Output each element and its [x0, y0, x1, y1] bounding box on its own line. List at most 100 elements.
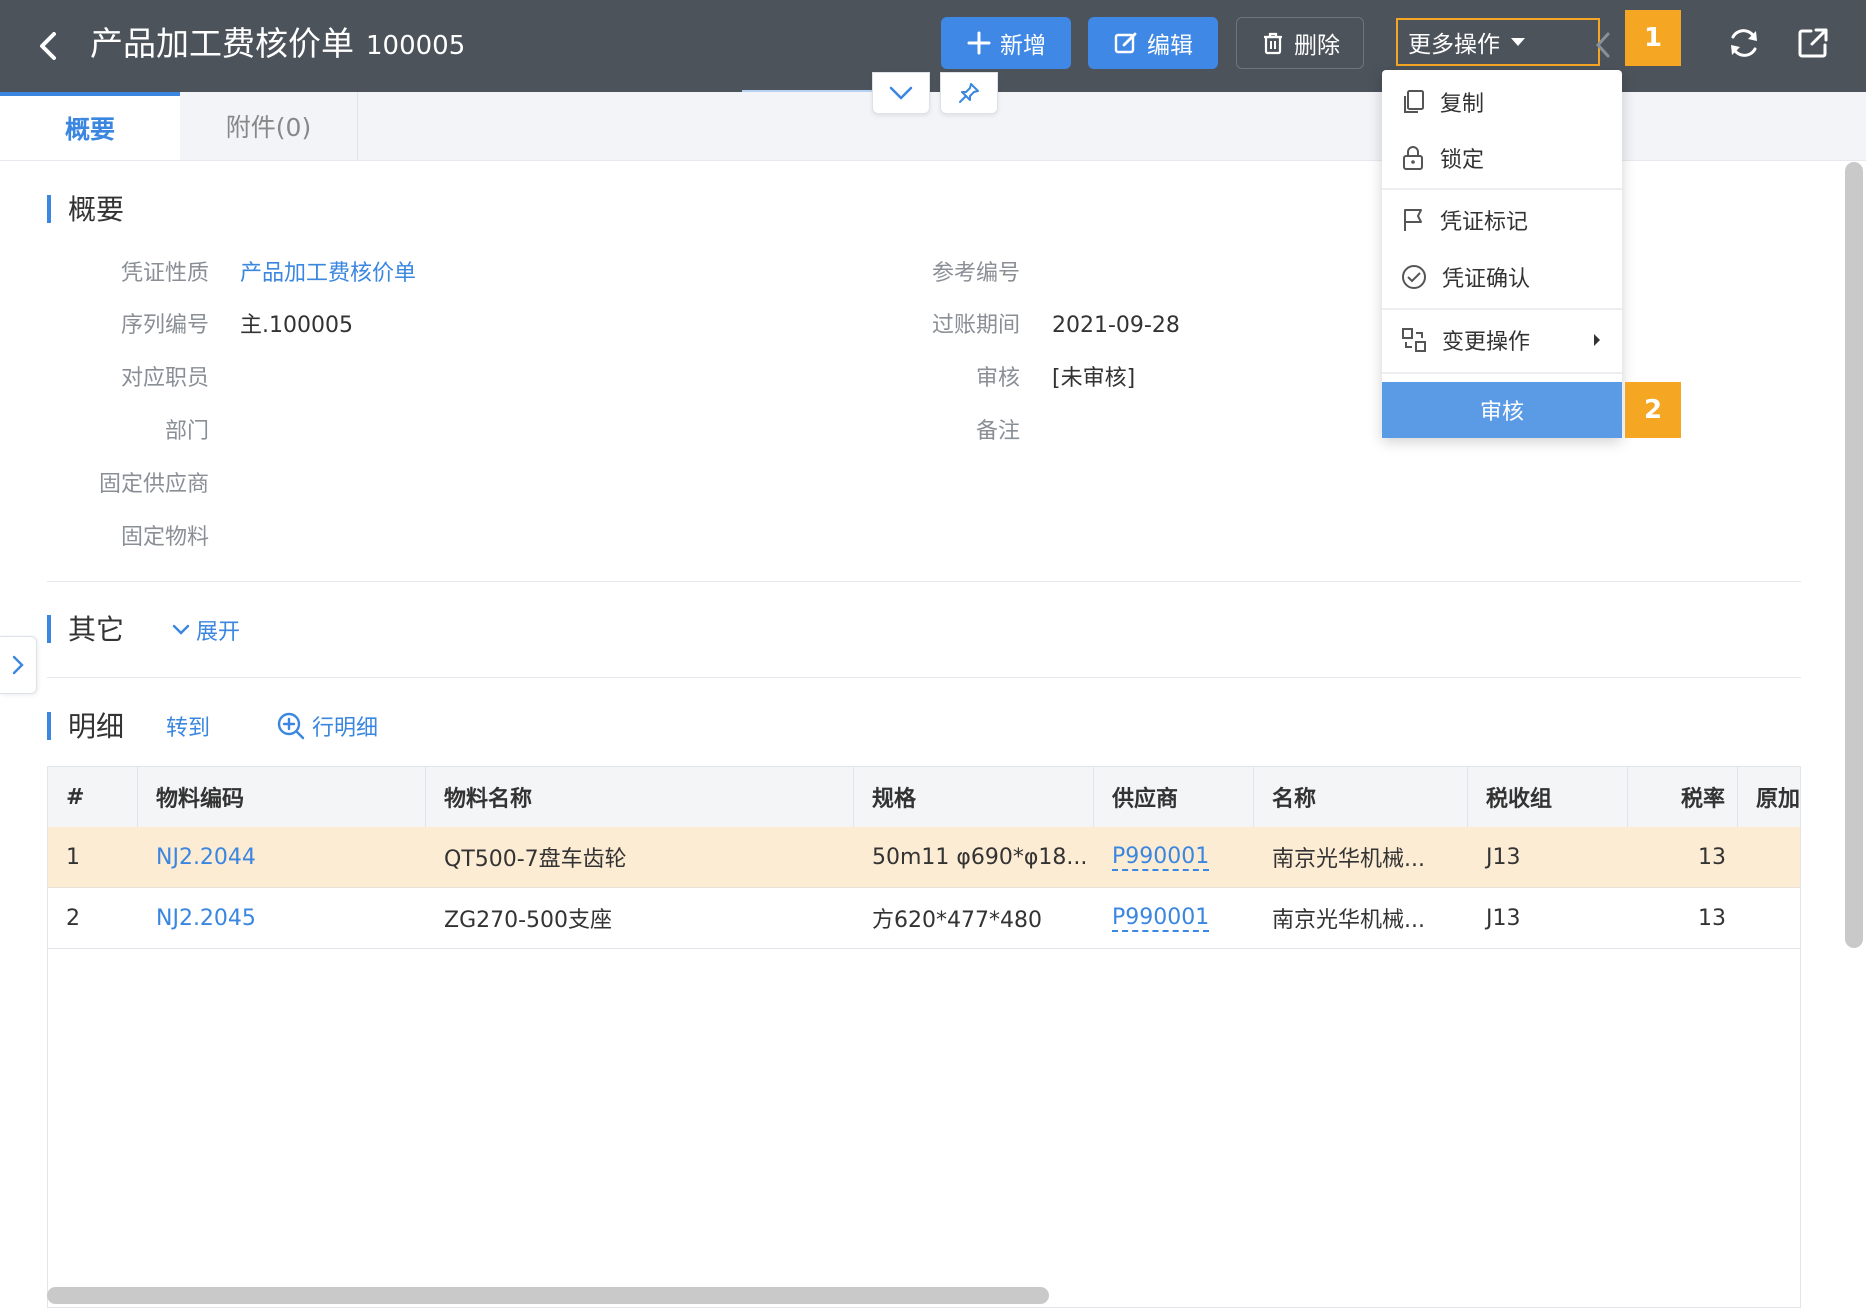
menu-item-lock[interactable]: 锁定 — [1382, 130, 1622, 186]
side-panel-toggle[interactable] — [0, 636, 37, 694]
cell-material-code[interactable]: NJ2.2044 — [138, 827, 426, 887]
cell-row-no: 1 — [66, 844, 80, 870]
collapse-header-button[interactable] — [872, 72, 930, 114]
more-actions-button[interactable]: 更多操作 — [1396, 18, 1600, 66]
cell-material-code[interactable]: NJ2.2045 — [138, 888, 426, 948]
pin-button[interactable] — [940, 72, 998, 114]
document-number: 100005 — [366, 31, 466, 61]
zoom-in-icon — [277, 712, 305, 740]
column-header[interactable]: 规格 — [854, 767, 1094, 827]
menu-item-doc-flag[interactable]: 凭证标记 — [1382, 192, 1622, 248]
field-label-remarks: 备注 — [975, 419, 1020, 444]
chevron-down-icon — [172, 624, 190, 635]
section-divider — [47, 581, 1801, 582]
field-label-fixed-supplier: 固定供应商 — [98, 472, 209, 497]
pin-icon — [959, 83, 979, 103]
field-label-doc-nature: 凭证性质 — [120, 261, 209, 286]
cell-spec: 方620*477*480 — [872, 908, 1042, 933]
cell-supplier[interactable]: P990001 — [1094, 888, 1254, 948]
prev-record-icon[interactable] — [1592, 30, 1614, 60]
more-actions-menu: 复制 锁定 凭证标记 凭证确认 变更操作 审核 — [1382, 70, 1622, 438]
section-divider — [47, 677, 1801, 678]
cell-material-name: QT500-7盘车齿轮 — [444, 847, 627, 872]
table-row[interactable]: 1 NJ2.2044 QT500-7盘车齿轮 50m11 φ690*φ18...… — [48, 827, 1800, 888]
detail-table: # 物料编码 物料名称 规格 供应商 名称 税收组 税率 原加工 1 NJ2.2… — [47, 766, 1801, 1308]
menu-separator — [1382, 372, 1622, 374]
cell-tax-group: J13 — [1486, 905, 1521, 931]
column-header[interactable]: 税收组 — [1468, 767, 1628, 827]
cell-tax-rate: 13 — [1698, 905, 1726, 931]
trash-icon — [1264, 32, 1282, 55]
tab-attachments[interactable]: 附件(0) — [180, 92, 358, 160]
menu-item-doc-flag-label: 凭证标记 — [1440, 210, 1529, 235]
cell-tax-rate: 13 — [1698, 844, 1726, 870]
step-badge-2: 2 — [1625, 382, 1681, 438]
row-detail-label: 行明细 — [312, 716, 379, 741]
horizontal-scrollbar[interactable] — [47, 1287, 1049, 1304]
plus-icon — [967, 31, 991, 55]
column-header[interactable]: 供应商 — [1094, 767, 1254, 827]
column-header[interactable]: 名称 — [1254, 767, 1468, 827]
field-label-fixed-material: 固定物料 — [120, 525, 209, 550]
table-row[interactable]: 2 NJ2.2045 ZG270-500支座 方620*477*480 P990… — [48, 888, 1800, 949]
supplier-link[interactable]: P990001 — [1112, 844, 1210, 871]
summary-section-marker — [47, 195, 51, 223]
row-detail-link[interactable]: 行明细 — [276, 710, 378, 742]
cell-tax-group: J13 — [1486, 844, 1521, 870]
cell-supplier[interactable]: P990001 — [1094, 827, 1254, 887]
expand-toggle[interactable]: 展开 — [172, 614, 240, 646]
more-actions-label: 更多操作 — [1408, 32, 1500, 58]
field-value-serial-no: 主.100005 — [240, 313, 353, 338]
supplier-link[interactable]: P990001 — [1112, 905, 1210, 932]
edit-icon — [1114, 32, 1137, 54]
column-header[interactable]: 物料名称 — [426, 767, 854, 827]
expand-label: 展开 — [196, 620, 241, 645]
chevron-down-icon — [889, 86, 913, 100]
edit-button[interactable]: 编辑 — [1088, 17, 1218, 69]
column-header[interactable]: 税率 — [1628, 767, 1738, 827]
field-label-audit: 审核 — [975, 366, 1020, 391]
field-label-posting-period: 过账期间 — [931, 313, 1020, 338]
edit-button-label: 编辑 — [1147, 33, 1193, 59]
menu-item-change-ops[interactable]: 变更操作 — [1382, 312, 1622, 368]
menu-item-copy[interactable]: 复制 — [1382, 74, 1622, 130]
lock-icon — [1403, 146, 1423, 170]
open-external-icon[interactable] — [1795, 25, 1831, 61]
menu-item-audit[interactable]: 审核 — [1382, 382, 1622, 438]
page-title: 产品加工费核价单 — [90, 24, 354, 63]
cell-spec: 50m11 φ690*φ18... — [872, 844, 1088, 870]
vertical-scrollbar[interactable] — [1845, 162, 1863, 948]
menu-item-doc-confirm[interactable]: 凭证确认 — [1382, 249, 1622, 305]
menu-item-doc-confirm-label: 凭证确认 — [1442, 267, 1531, 292]
add-button-label: 新增 — [1000, 33, 1046, 59]
copy-icon — [1404, 90, 1424, 113]
add-button[interactable]: 新增 — [941, 17, 1071, 69]
refresh-icon[interactable] — [1726, 25, 1762, 61]
cell-supplier-name: 南京光华机械... — [1272, 847, 1425, 872]
check-circle-icon — [1402, 265, 1426, 289]
column-header[interactable]: 原加工 — [1738, 767, 1800, 827]
cell-material-name: ZG270-500支座 — [444, 908, 613, 933]
field-label-serial-no: 序列编号 — [120, 313, 209, 338]
back-arrow-icon[interactable] — [32, 26, 68, 66]
field-label-employee: 对应职员 — [120, 366, 209, 391]
field-value-posting-period: 2021-09-28 — [1052, 313, 1180, 338]
transfer-link[interactable]: 转到 — [166, 710, 210, 742]
field-value-audit-status: [未审核] — [1052, 366, 1136, 391]
column-header[interactable]: 物料编码 — [138, 767, 426, 827]
cell-row-no: 2 — [66, 905, 80, 931]
delete-button[interactable]: 删除 — [1236, 17, 1364, 69]
detail-section-title: 明细 — [68, 710, 125, 743]
cell-supplier-name: 南京光华机械... — [1272, 908, 1425, 933]
change-icon — [1402, 328, 1426, 352]
other-section-marker — [47, 615, 51, 643]
detail-section-marker — [47, 712, 51, 740]
tab-summary[interactable]: 概要 — [0, 92, 180, 160]
field-label-ref-no: 参考编号 — [931, 261, 1020, 286]
field-value-doc-nature[interactable]: 产品加工费核价单 — [240, 259, 416, 289]
caret-down-icon — [1511, 38, 1525, 46]
column-header[interactable]: # — [48, 767, 138, 827]
chevron-right-icon — [12, 655, 24, 675]
summary-section-title: 概要 — [68, 193, 125, 226]
other-section-title: 其它 — [68, 613, 125, 646]
